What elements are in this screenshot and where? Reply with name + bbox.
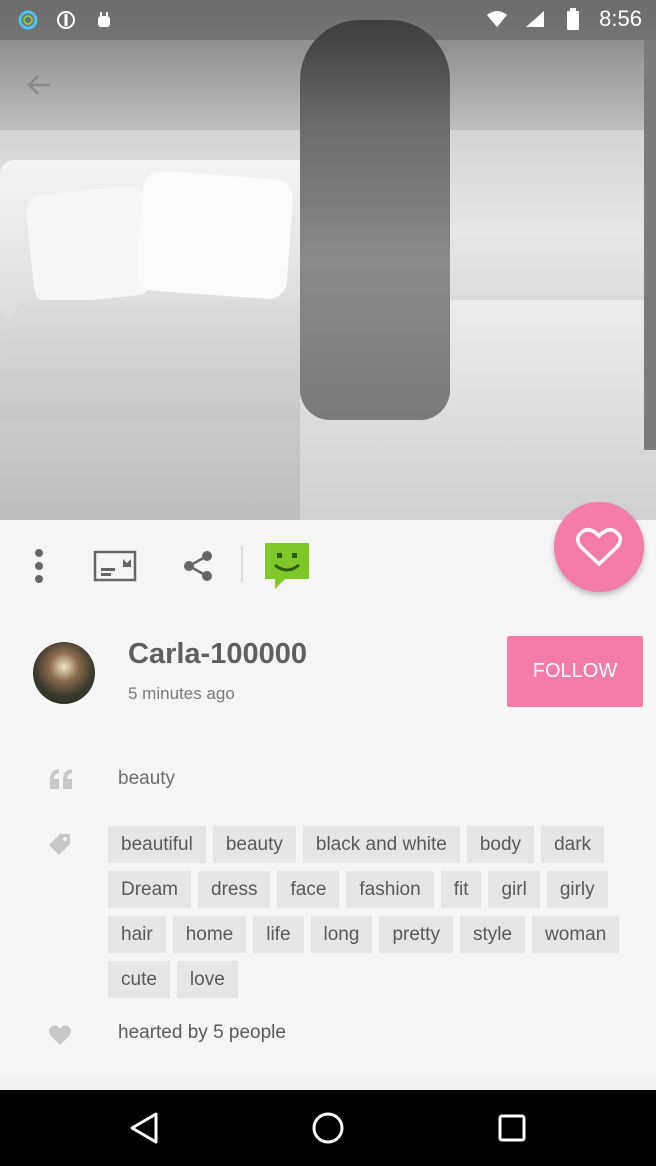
heart-small-icon <box>49 1025 71 1045</box>
quote-icon <box>50 769 72 789</box>
status-bar: 8:56 <box>0 0 656 40</box>
post-photo[interactable] <box>0 0 656 520</box>
tag-list: beautiful beauty black and white body da… <box>108 826 628 998</box>
tag-chip[interactable]: woman <box>532 916 620 953</box>
tag-chip[interactable]: dark <box>541 826 605 863</box>
tag-chip[interactable]: body <box>466 826 535 863</box>
hearted-count[interactable]: hearted by 5 people <box>118 1022 286 1044</box>
wifi-icon <box>485 7 509 31</box>
avatar[interactable] <box>33 642 95 704</box>
status-right-icons: 8:56 <box>485 6 642 32</box>
photo-pillow <box>135 169 295 301</box>
android-icon <box>92 8 116 32</box>
battery-icon <box>561 7 585 31</box>
post-details: Carla-100000 5 minutes ago FOLLOW beauty… <box>0 612 656 1078</box>
tag-chip[interactable]: face <box>277 871 340 908</box>
photo-figure <box>300 20 450 420</box>
photo-pillow <box>24 184 156 306</box>
post-timestamp: 5 minutes ago <box>128 684 235 703</box>
comment-button[interactable] <box>262 540 312 592</box>
tag-icon <box>49 834 70 855</box>
save-to-board-button[interactable] <box>92 548 138 584</box>
share-button[interactable] <box>178 546 218 586</box>
clock: 8:56 <box>599 6 642 31</box>
signal-icon <box>523 7 547 31</box>
chat-smiley-icon <box>265 543 309 589</box>
action-divider <box>241 546 243 582</box>
tag-chip[interactable]: fashion <box>346 871 434 908</box>
tag-chip[interactable]: life <box>253 916 304 953</box>
arrow-left-icon <box>27 75 50 95</box>
tag-chip[interactable]: style <box>459 916 526 953</box>
photo-table <box>0 300 350 420</box>
tag-chip[interactable]: hair <box>108 916 166 953</box>
follow-button[interactable]: FOLLOW <box>507 636 643 707</box>
heart-button[interactable] <box>554 502 644 592</box>
share-icon <box>184 551 212 581</box>
tag-chip[interactable]: beauty <box>212 826 296 863</box>
tag-chip[interactable]: Dream <box>108 871 192 908</box>
recents-square-icon <box>498 1114 526 1142</box>
tag-chip[interactable]: pretty <box>379 916 453 953</box>
back-triangle-icon <box>130 1112 158 1144</box>
tag-chip[interactable]: long <box>310 916 373 953</box>
save-board-icon <box>93 550 137 582</box>
tag-chip[interactable]: girl <box>488 871 540 908</box>
circle-app-icon <box>16 8 40 32</box>
more-options-button[interactable] <box>22 546 56 586</box>
tag-chip[interactable]: fit <box>440 871 482 908</box>
photo-edge <box>644 40 656 450</box>
tag-chip[interactable]: home <box>172 916 247 953</box>
tag-chip[interactable]: love <box>176 961 238 998</box>
username[interactable]: Carla-100000 <box>128 638 307 671</box>
status-left-icons <box>16 8 116 32</box>
tag-chip[interactable]: cute <box>108 961 170 998</box>
alert-icon <box>54 8 78 32</box>
post-caption: beauty <box>118 768 176 789</box>
nav-back-button[interactable] <box>124 1108 164 1148</box>
more-vert-icon <box>35 549 43 583</box>
back-button[interactable] <box>22 68 56 102</box>
nav-home-button[interactable] <box>308 1108 348 1148</box>
tag-chip[interactable]: girly <box>546 871 608 908</box>
nav-recents-button[interactable] <box>492 1108 532 1148</box>
home-circle-icon <box>312 1112 344 1144</box>
tag-chip[interactable]: black and white <box>302 826 460 863</box>
tag-chip[interactable]: beautiful <box>108 826 206 863</box>
system-nav-bar <box>0 1090 656 1166</box>
tag-chip[interactable]: dress <box>198 871 271 908</box>
heart-icon <box>576 528 622 567</box>
